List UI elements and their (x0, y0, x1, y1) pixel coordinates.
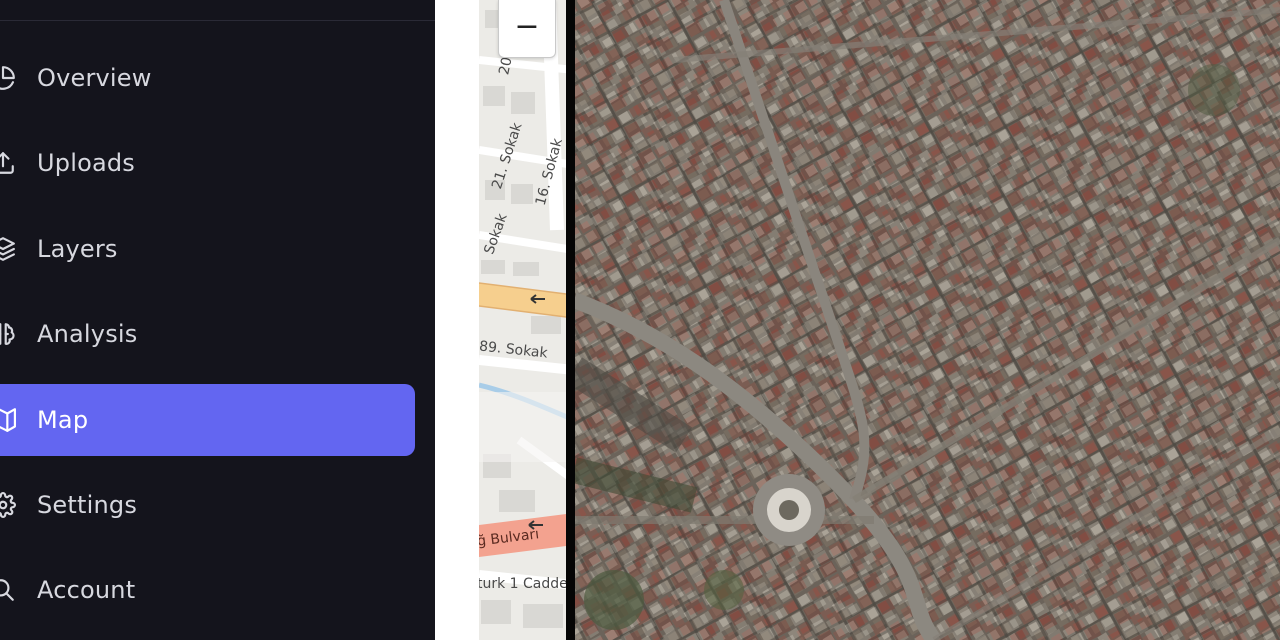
swipe-divider-handle[interactable] (566, 0, 575, 640)
sidebar-item-label: Account (37, 576, 136, 604)
sidebar-item-label: Settings (37, 491, 138, 519)
sidebar-item-label: Uploads (37, 149, 135, 177)
sidebar-divider (0, 20, 435, 21)
street-label: turk 1 Cadde (479, 576, 568, 592)
sidebar-item-account[interactable]: Account (0, 554, 415, 626)
sidebar-item-label: Map (37, 406, 89, 434)
zoom-out-button[interactable]: − (498, 0, 556, 58)
sidebar-item-map[interactable]: Map (0, 384, 415, 456)
sidebar-item-label: Overview (37, 64, 152, 92)
user-search-icon (0, 577, 16, 603)
pie-chart-icon (0, 65, 16, 91)
sidebar-item-overview[interactable]: Overview (0, 42, 415, 114)
satellite-imagery (574, 0, 1280, 640)
layers-icon (0, 236, 16, 262)
satellite-map[interactable] (574, 0, 1280, 640)
sidebar-item-label: Layers (37, 235, 118, 263)
upload-icon (0, 150, 16, 176)
sidebar-item-settings[interactable]: Settings (0, 469, 415, 541)
gear-icon (0, 492, 16, 518)
sidebar-item-analysis[interactable]: Analysis (0, 298, 415, 370)
brain-icon (0, 321, 16, 347)
street-map[interactable]: 20 21. Sokak 16. Sokak Sokak 89. Sokak ğ… (479, 0, 574, 640)
map-gutter (435, 0, 479, 640)
sidebar-item-uploads[interactable]: Uploads (0, 127, 415, 199)
sidebar-item-label: Analysis (37, 320, 138, 348)
minus-icon: − (514, 8, 540, 44)
sidebar-item-layers[interactable]: Layers (0, 213, 415, 285)
map-icon (0, 407, 16, 433)
sidebar: Overview Uploads Layers Analysis Map Set… (0, 0, 435, 640)
